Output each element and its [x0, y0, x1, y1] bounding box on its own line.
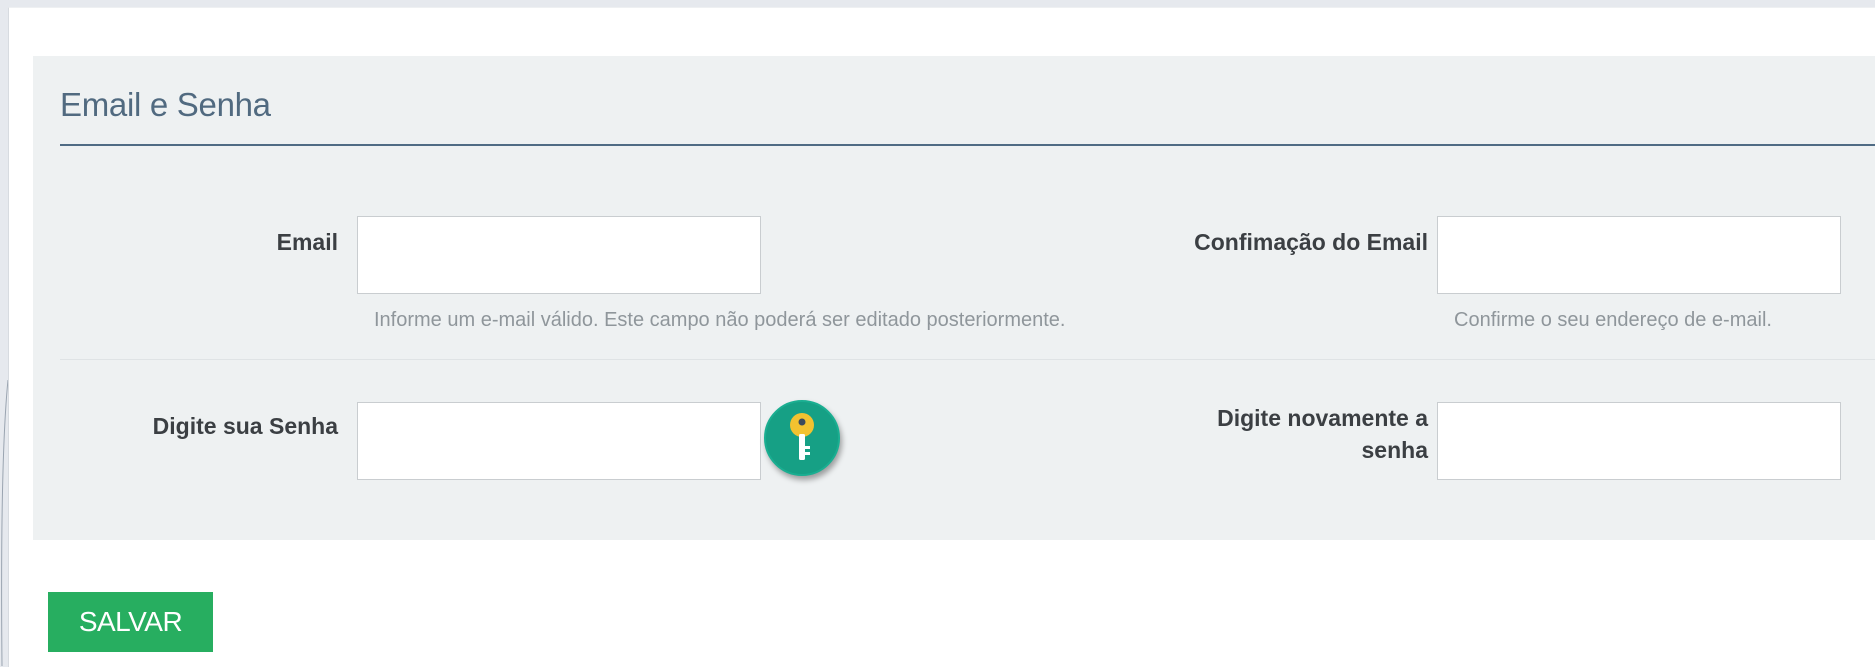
key-icon: [790, 413, 814, 460]
page-container: Email e Senha Email Informe um e-mail vá…: [8, 7, 1875, 667]
password-confirm-label-line1: Digite novamente a: [1217, 405, 1428, 431]
title-divider: [60, 144, 1875, 146]
email-label: Email: [276, 229, 338, 255]
row-divider: [60, 359, 1875, 360]
email-confirm-input[interactable]: [1437, 216, 1841, 294]
password-label: Digite sua Senha: [152, 413, 338, 439]
password-confirm-label-line2: senha: [1361, 437, 1428, 463]
email-confirm-help-text: Confirme o seu endereço de e-mail.: [1454, 309, 1772, 331]
window-edge-decoration: [1, 380, 8, 666]
email-confirm-label: Confimação do Email: [1194, 229, 1428, 255]
section-title: Email e Senha: [60, 86, 271, 123]
password-confirm-label: Digite novamente a senha: [1163, 402, 1428, 466]
password-input[interactable]: [357, 402, 761, 480]
password-confirm-input[interactable]: [1437, 402, 1841, 480]
email-input[interactable]: [357, 216, 761, 294]
generate-password-button[interactable]: [764, 400, 840, 476]
save-button[interactable]: SALVAR: [48, 592, 213, 652]
email-help-text: Informe um e-mail válido. Este campo não…: [374, 309, 1066, 331]
email-password-section: Email e Senha Email Informe um e-mail vá…: [33, 56, 1875, 540]
